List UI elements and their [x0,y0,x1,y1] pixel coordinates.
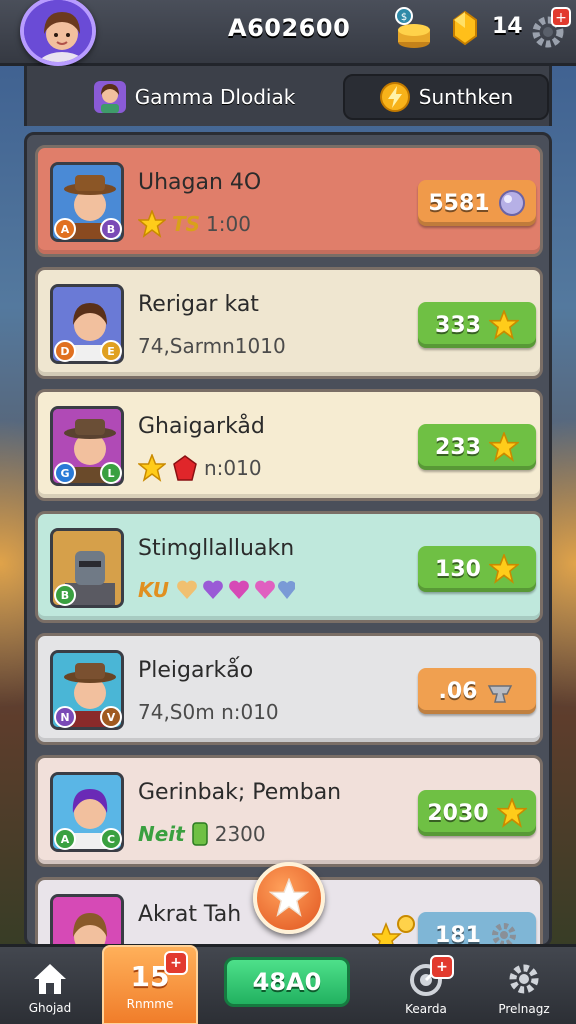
character-name: Rerigar kat [138,292,259,317]
reward-button[interactable]: 130 [418,546,536,592]
character-name: Pleigarkǻo [138,658,254,683]
character-name: Uhagan 4O [138,170,262,195]
star-icon [488,310,519,340]
coin-stack-icon[interactable]: $ [392,6,432,50]
character-list[interactable]: A B Uhagan 4O TS 1:00 5581 D E Rerigar k… [24,132,552,947]
svg-text:+: + [555,10,567,26]
card-prefix: Neit [138,822,185,846]
tab-characters[interactable]: Gammа Dlodiak [79,74,309,120]
home-icon [34,964,66,994]
nav-rank[interactable]: Kearda + [378,951,474,1024]
ruby-icon [173,455,197,481]
card-stat: 1:00 [206,212,251,236]
card-stat: 74,S0m n:010 [138,700,279,724]
reward-value: 130 [435,556,481,582]
character-name: Gerinbak; Pemban [138,780,342,805]
card-stat: n:010 [204,456,262,480]
gear-icon [491,923,516,944]
badge: B [54,584,76,606]
card-prefix: KU [138,578,170,602]
list-item[interactable]: G L Ghaigarkåd n:010 233 [35,389,543,501]
star-icon [138,454,166,482]
badge: G [54,462,76,484]
reward-button[interactable]: 2030 [418,790,536,836]
settings-icon[interactable]: + [528,6,572,50]
phone-icon [191,822,208,846]
star-icon [138,210,166,238]
nav-settings-label: Prelnagz [498,1002,550,1016]
card-subline: Neit 2300 [138,818,266,850]
gear-icon [509,964,539,994]
reward-value: 2030 [427,800,489,826]
favorite-button[interactable] [253,862,325,934]
badge: A [54,218,76,240]
character-name: Ghaigarkåd [138,414,265,439]
character-avatar [50,894,124,944]
orb-icon [498,190,525,216]
rank-notification-badge: + [430,955,454,979]
list-item[interactable]: B Stimgllalluakn KU 130 [35,511,543,623]
star-icon [496,798,527,828]
bottom-nav: Ghojad 15 Rnmme + 48A0 Kearda + Prelnagz [0,944,576,1024]
player-avatar-icon[interactable] [20,0,96,66]
lightning-coin-icon [379,82,410,112]
badge: C [100,828,122,850]
list-item[interactable]: A B Uhagan 4O TS 1:00 5581 [35,145,543,257]
tab-row: Gammа Dlodiak Sunthken [24,66,552,126]
badge: L [100,462,122,484]
nav-home-label: Ghojad [28,1001,72,1015]
games-notification-badge: + [164,951,188,975]
top-bar: A602600 $ 14 + [0,0,576,66]
nav-settings[interactable]: Prelnagz [476,951,572,1024]
badge: V [100,706,122,728]
reward-value: 333 [435,312,481,338]
list-item[interactable]: A C Gerinbak; Pemban Neit 2300 2030 [35,755,543,867]
card-stat: 2300 [214,822,266,846]
badge: A [54,828,76,850]
gem-icon[interactable] [448,10,482,46]
reward-button[interactable]: 5581 [418,180,536,226]
reward-value: 5581 [428,190,490,216]
character-name: Stimgllalluakn [138,536,295,561]
card-subline: 74,Sarmn1010 [138,330,286,362]
reward-button[interactable]: .06 [418,668,536,714]
reward-button[interactable]: 181 [418,912,536,944]
badge: N [54,706,76,728]
card-subline: n:010 [138,452,262,484]
tab-special-label: Sunthken [418,85,514,109]
reward-button[interactable]: 233 [418,424,536,470]
star-pointer-icon [372,915,415,944]
gem-count: 14 [492,14,523,39]
svg-text:$: $ [401,12,407,23]
badge: D [54,340,76,362]
hearts-icon [177,580,296,599]
nav-games[interactable]: 15 Rnmme + [102,945,198,1024]
badge: B [100,218,122,240]
badge: E [100,340,122,362]
card-subline: KU [138,574,296,606]
nav-rank-label: Kearda [405,1002,447,1016]
character-icon [93,81,126,113]
list-item[interactable]: N V Pleigarkǻo 74,S0m n:010 .06 [35,633,543,745]
tab-special[interactable]: Sunthken [343,74,549,120]
reward-value: .06 [438,678,478,704]
card-subline: 74,S0m n:010 [138,696,279,728]
star-icon [488,432,519,462]
star-icon [269,878,309,917]
star-icon [488,554,519,584]
card-prefix: TS [172,212,201,236]
card-stat: 74,Sarmn1010 [138,334,286,358]
list-item[interactable]: D E Rerigar kat 74,Sarmn1010 333 [35,267,543,379]
reward-button[interactable]: 333 [418,302,536,348]
character-name: Akrat Tah [138,902,242,927]
score-counter: A602600 [228,14,351,42]
play-button[interactable]: 48A0 [224,957,350,1007]
nav-games-label: Rnmme [126,996,174,1011]
nav-home[interactable]: Ghojad [2,951,98,1024]
anvil-icon [488,685,513,703]
tab-characters-label: Gammа Dlodiak [134,85,296,109]
reward-value: 233 [435,434,481,460]
card-subline: TS 1:00 [138,208,251,240]
